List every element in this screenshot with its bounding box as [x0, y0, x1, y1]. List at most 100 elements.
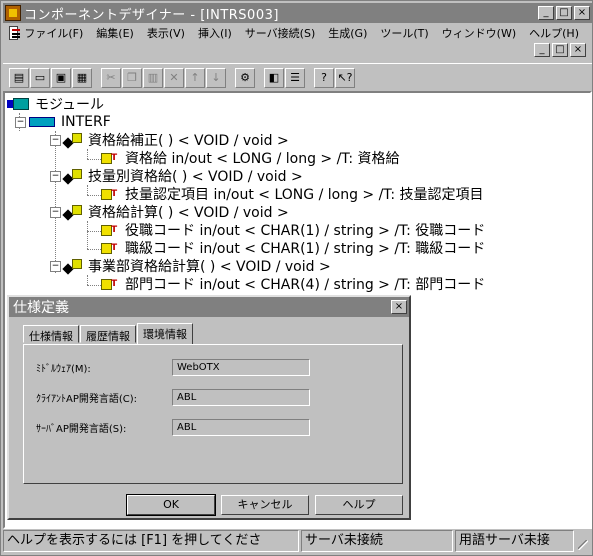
list-icon[interactable]: ☰	[285, 67, 305, 88]
mdi-close-button[interactable]: ×	[570, 43, 586, 57]
help-icon[interactable]: ?	[314, 67, 334, 88]
parameter-icon	[101, 277, 117, 291]
client-lang-label: ｸﾗｲｱﾝﾄAP開発言語(C):	[36, 394, 138, 405]
context-help-icon[interactable]: ↖?	[335, 67, 355, 88]
tab-history-info[interactable]: 履歴情報	[80, 325, 136, 343]
window-title: コンポーネントデザイナー - [INTRS003]	[24, 7, 279, 23]
tree-node-param[interactable]: 技量認定項目 in/out < LONG / long > /T: 技量認定項目	[101, 185, 484, 203]
method-icon	[64, 133, 82, 147]
ok-button[interactable]: OK	[126, 494, 216, 516]
collapse-icon[interactable]: −	[50, 170, 61, 182]
delete-icon[interactable]: ✕	[164, 67, 184, 88]
interface-icon	[29, 117, 55, 127]
close-button[interactable]: ×	[574, 6, 590, 20]
tree-node-label: 資格給補正( ) < VOID / void >	[88, 133, 289, 149]
tree-node-label: モジュール	[35, 97, 105, 113]
menu-tools[interactable]: ツール(T)	[380, 25, 428, 41]
collapse-icon[interactable]: −	[15, 116, 26, 128]
middleware-label: ﾐﾄﾞﾙｳｪｱ(M):	[36, 364, 91, 375]
paste-icon[interactable]: ▥	[143, 67, 163, 88]
help-button[interactable]: ヘルプ	[315, 495, 403, 515]
down-arrow-icon[interactable]: ↓	[206, 67, 226, 88]
cancel-button[interactable]: キャンセル	[221, 495, 309, 515]
parameter-icon	[101, 151, 117, 165]
menu-file[interactable]: ファイル(F)	[24, 25, 83, 41]
module-icon	[7, 98, 29, 110]
middleware-row: ﾐﾄﾞﾙｳｪｱ(M): WebOTX	[36, 359, 310, 376]
status-server: サーバ未接続	[301, 530, 453, 552]
tree-node-label: 部門コード in/out < CHAR(4) / string > /T: 部門…	[125, 277, 486, 293]
server-lang-row: ｻｰﾊﾞAP開発言語(S): ABL	[36, 419, 310, 436]
menu-window[interactable]: ウィンドウ(W)	[442, 25, 516, 41]
tree-node-param[interactable]: 資格給 in/out < LONG / long > /T: 資格給	[101, 149, 400, 167]
menu-bar: ファイル(F) 編集(E) 表示(V) 挿入(I) サーバ接続(S) 生成(G)…	[3, 23, 592, 43]
tree-node-label: 資格給計算( ) < VOID / void >	[88, 205, 289, 221]
parameter-icon	[101, 241, 117, 255]
menu-generate[interactable]: 生成(G)	[328, 25, 367, 41]
menu-help[interactable]: ヘルプ(H)	[529, 25, 579, 41]
maximize-button[interactable]: □	[556, 6, 572, 20]
menu-insert[interactable]: 挿入(I)	[198, 25, 232, 41]
mdi-minimize-button[interactable]: _	[534, 43, 550, 57]
tab-page-environment: ﾐﾄﾞﾙｳｪｱ(M): WebOTX ｸﾗｲｱﾝﾄAP開発言語(C): ABL …	[23, 344, 403, 484]
tree-node-method[interactable]: − 技量別資格給( ) < VOID / void >	[50, 167, 303, 185]
tree-node-module[interactable]: モジュール	[7, 95, 104, 113]
document-icon[interactable]	[9, 26, 21, 40]
print-icon[interactable]: ▦	[72, 67, 92, 88]
cut-icon[interactable]: ✂	[101, 67, 121, 88]
save-icon[interactable]: ▣	[51, 67, 71, 88]
gear-icon[interactable]: ⚙	[235, 67, 255, 88]
open-icon[interactable]: ▭	[30, 67, 50, 88]
tree-node-param[interactable]: 部門コード in/out < CHAR(4) / string > /T: 部門…	[101, 275, 485, 293]
tree-node-label: 職級コード in/out < CHAR(1) / string > /T: 職級…	[125, 241, 486, 257]
method-icon	[64, 205, 82, 219]
tree-node-method[interactable]: − 資格給補正( ) < VOID / void >	[50, 131, 289, 149]
client-lang-field[interactable]: ABL	[172, 389, 310, 406]
app-window: コンポーネントデザイナー - [INTRS003] _ □ × ファイル(F) …	[0, 0, 593, 556]
menu-view[interactable]: 表示(V)	[147, 25, 185, 41]
status-bar: ヘルプを表示するには [F1] を押してくださ サーバ未接続 用語サーバ未接	[3, 530, 592, 554]
method-icon	[64, 169, 82, 183]
dialog-title-bar[interactable]: 仕様定義 ×	[9, 297, 409, 317]
tab-environment-info[interactable]: 環境情報	[137, 323, 193, 344]
middleware-field[interactable]: WebOTX	[172, 359, 310, 376]
title-bar[interactable]: コンポーネントデザイナー - [INTRS003] _ □ ×	[3, 3, 592, 23]
mdi-restore-button[interactable]: □	[552, 43, 568, 57]
minimize-button[interactable]: _	[538, 6, 554, 20]
resize-grip-icon[interactable]	[576, 530, 590, 552]
tree-node-label: 技量別資格給( ) < VOID / void >	[88, 169, 303, 185]
tree-node-interface[interactable]: − INTERF	[15, 113, 111, 131]
tree-node-param[interactable]: 職級コード in/out < CHAR(1) / string > /T: 職級…	[101, 239, 485, 257]
status-term-server: 用語サーバ未接	[455, 530, 574, 552]
server-lang-field[interactable]: ABL	[172, 419, 310, 436]
parameter-icon	[101, 187, 117, 201]
menu-edit[interactable]: 編集(E)	[96, 25, 134, 41]
server-lang-label: ｻｰﾊﾞAP開発言語(S):	[36, 424, 127, 435]
tree-node-label: 資格給 in/out < LONG / long > /T: 資格給	[125, 151, 400, 167]
method-icon	[64, 259, 82, 273]
tab-spec-info[interactable]: 仕様情報	[23, 325, 79, 343]
collapse-icon[interactable]: −	[50, 260, 61, 272]
client-lang-row: ｸﾗｲｱﾝﾄAP開発言語(C): ABL	[36, 389, 310, 406]
copy-icon[interactable]: ❐	[122, 67, 142, 88]
toolbar: ▤ ▭ ▣ ▦ ✂ ❐ ▥ ✕ ↑ ↓ ⚙ ◧ ☰ ? ↖?	[3, 63, 592, 91]
app-icon	[5, 5, 21, 21]
dialog-tabs: 仕様情報 履歴情報 環境情報	[23, 323, 194, 344]
tree-node-label: INTERF	[61, 114, 111, 130]
up-arrow-icon[interactable]: ↑	[185, 67, 205, 88]
dialog-close-button[interactable]: ×	[391, 300, 407, 314]
spec-definition-dialog: 仕様定義 × 仕様情報 履歴情報 環境情報 ﾐﾄﾞﾙｳｪｱ(M): WebOTX…	[7, 295, 411, 520]
tree-node-param[interactable]: 役職コード in/out < CHAR(1) / string > /T: 役職…	[101, 221, 485, 239]
menu-server[interactable]: サーバ接続(S)	[245, 25, 315, 41]
new-icon[interactable]: ▤	[9, 67, 29, 88]
tree-node-method[interactable]: − 事業部資格給計算( ) < VOID / void >	[50, 257, 331, 275]
tree-node-method[interactable]: − 資格給計算( ) < VOID / void >	[50, 203, 289, 221]
window-icon[interactable]: ◧	[264, 67, 284, 88]
tree-node-label: 役職コード in/out < CHAR(1) / string > /T: 役職…	[125, 223, 486, 239]
parameter-icon	[101, 223, 117, 237]
status-help-text: ヘルプを表示するには [F1] を押してくださ	[3, 530, 299, 552]
tree-node-label: 技量認定項目 in/out < LONG / long > /T: 技量認定項目	[125, 187, 484, 203]
tree-node-label: 事業部資格給計算( ) < VOID / void >	[88, 259, 331, 275]
collapse-icon[interactable]: −	[50, 206, 61, 218]
collapse-icon[interactable]: −	[50, 134, 61, 146]
